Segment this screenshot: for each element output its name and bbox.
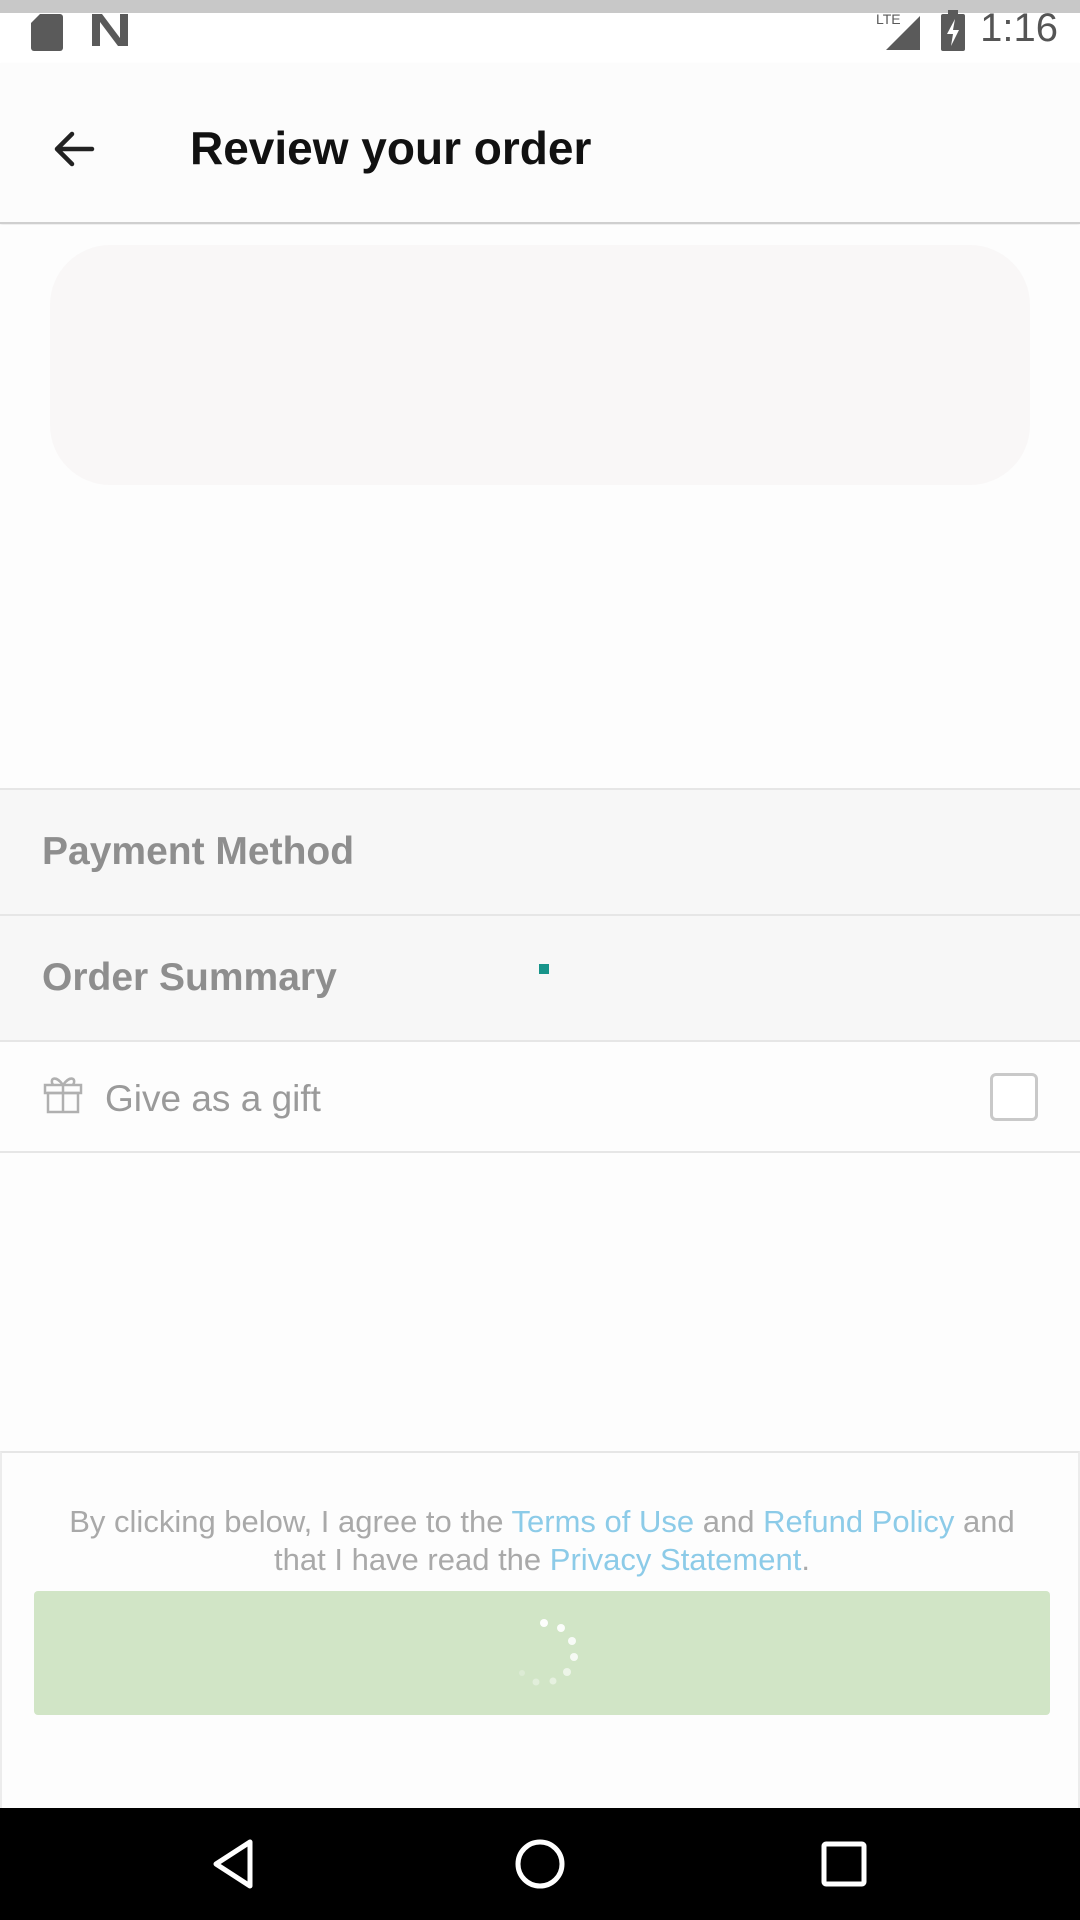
home-circle-icon[interactable] (510, 1834, 570, 1894)
progress-indicator (539, 964, 549, 974)
payment-method-section[interactable]: Payment Method (0, 788, 1080, 914)
app-bar: Review your order (0, 63, 1080, 224)
terms-of-use-link[interactable]: Terms of Use (512, 1504, 695, 1539)
terms-text: By clicking below, I agree to the Terms … (42, 1503, 1042, 1579)
place-order-button[interactable] (34, 1591, 1050, 1715)
n-logo-icon (92, 14, 128, 46)
system-nav-bar (0, 1808, 1080, 1920)
page-title: Review your order (190, 122, 592, 174)
terms-and-1: and (694, 1504, 764, 1539)
terms-prefix: By clicking below, I agree to the (69, 1504, 512, 1539)
payment-method-label: Payment Method (42, 830, 355, 873)
back-triangle-icon[interactable] (206, 1834, 266, 1894)
order-summary-section[interactable]: Order Summary (0, 914, 1080, 1040)
gift-row[interactable]: Give as a gift (0, 1040, 1080, 1153)
order-summary-label: Order Summary (42, 956, 337, 999)
gift-label: Give as a gift (105, 1078, 321, 1119)
sd-card-icon (31, 14, 63, 51)
refund-policy-link[interactable]: Refund Policy (763, 1504, 954, 1539)
recents-square-icon[interactable] (814, 1834, 874, 1894)
status-time: 1:16 (980, 6, 1058, 50)
terms-suffix: . (801, 1542, 810, 1577)
lte-label: LTE (876, 11, 901, 27)
battery-charging-icon (941, 10, 965, 51)
privacy-statement-link[interactable]: Privacy Statement (550, 1542, 802, 1577)
arrow-back-icon[interactable] (44, 119, 104, 179)
status-bar: LTE 1:16 (0, 0, 1080, 63)
loading-spinner-icon (519, 1619, 578, 1686)
gift-icon (43, 1077, 83, 1114)
gift-checkbox[interactable] (990, 1073, 1038, 1121)
faded-hero-image (50, 245, 1030, 485)
lte-signal-icon: LTE (876, 11, 920, 50)
checkout-footer: By clicking below, I agree to the Terms … (0, 1451, 1080, 1808)
